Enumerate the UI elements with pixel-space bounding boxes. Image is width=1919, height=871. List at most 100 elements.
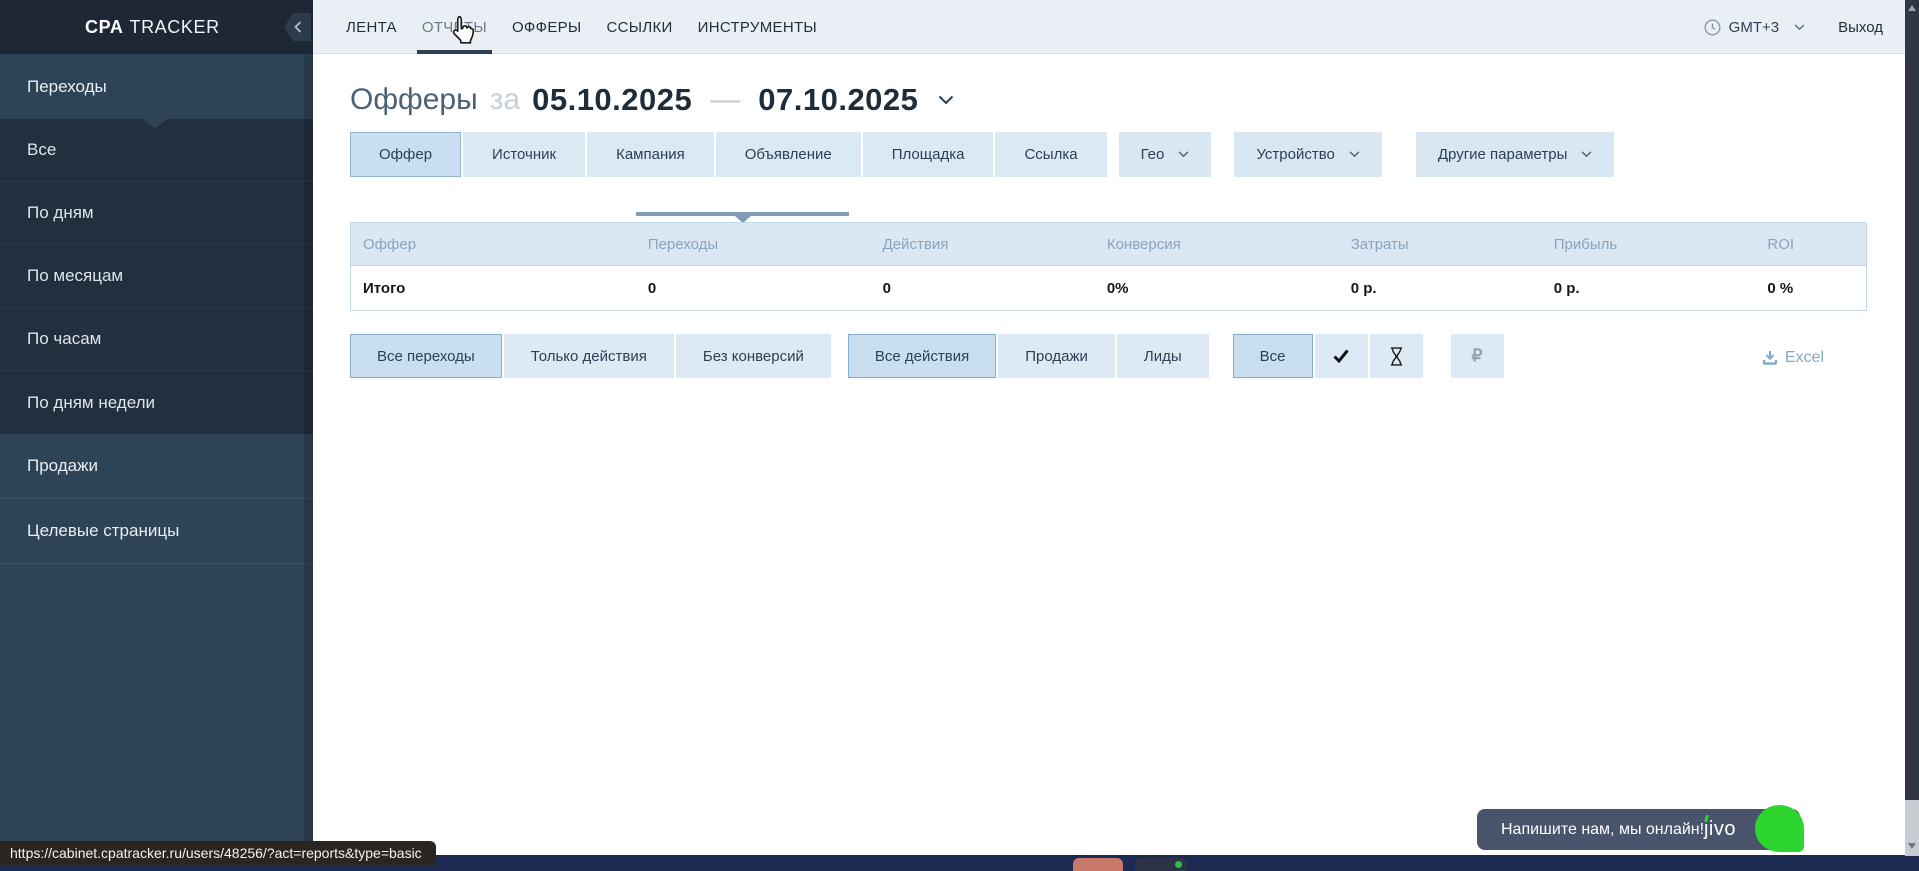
sidebar-submenu: Все По дням По месяцам По часам По дням …: [0, 119, 313, 434]
dropdown-drugie-parametry[interactable]: Другие параметры: [1416, 132, 1615, 177]
timezone-label: GMT+3: [1729, 19, 1779, 36]
filter-confirmed[interactable]: [1315, 334, 1368, 378]
column-header-pribyl[interactable]: Прибыль: [1542, 223, 1756, 265]
column-header-perekhody[interactable]: Переходы: [636, 223, 871, 265]
sidebar-subitem-po-mesyatsam[interactable]: По месяцам: [0, 245, 313, 308]
tab-obyavlenie[interactable]: Объявление: [716, 132, 861, 177]
browser-status-url: https://cabinet.cpatracker.ru/users/4825…: [0, 841, 436, 865]
table-row-total: Итого 0 0 0% 0 р. 0 р. 0 %: [351, 265, 1866, 310]
ruble-icon: ₽: [1472, 346, 1483, 366]
total-label: Итого: [351, 266, 636, 310]
nav-tab-instrumenty[interactable]: ИНСТРУМЕНТЫ: [698, 0, 817, 54]
dropdown-ustroystvo[interactable]: Устройство: [1234, 132, 1381, 177]
total-konversiya: 0%: [1095, 266, 1339, 310]
chevron-left-icon: [294, 21, 302, 33]
sidebar-item-tselevye-stranitsy[interactable]: Целевые страницы: [0, 499, 313, 563]
filter-ruble[interactable]: ₽: [1451, 334, 1504, 378]
excel-label: Excel: [1785, 349, 1824, 367]
report-entity: Офферы: [350, 83, 478, 117]
sidebar-subitem-po-dnyam[interactable]: По дням: [0, 182, 313, 245]
column-header-konversiya[interactable]: Конверсия: [1095, 223, 1339, 265]
scroll-up-arrow-icon: [1908, 5, 1916, 11]
total-deystviya: 0: [871, 266, 1095, 310]
header-right: GMT+3 Выход: [1704, 0, 1883, 54]
column-header-deystviya[interactable]: Действия: [871, 223, 1095, 265]
scrollbar-thumb[interactable]: [1905, 16, 1919, 800]
tab-offer[interactable]: Оффер: [350, 132, 461, 177]
filter-tolko-deystviya[interactable]: Только действия: [504, 334, 674, 378]
date-to[interactable]: 07.10.2025: [758, 82, 918, 118]
filter-prodazhi[interactable]: Продажи: [998, 334, 1115, 378]
filter-group-status: Все: [1233, 334, 1425, 378]
report-preposition: за: [490, 83, 520, 117]
check-icon: [1333, 349, 1349, 363]
cpa-tracker-app: CPA TRACKER ЛЕНТА ОТЧЕТЫ ОФФЕРЫ ССЫЛКИ И…: [0, 0, 1919, 871]
chevron-down-icon: [1178, 151, 1189, 158]
status-dot: [1175, 861, 1182, 868]
nav-tab-otchety[interactable]: ОТЧЕТЫ: [422, 0, 487, 54]
filter-vse-perekhody[interactable]: Все переходы: [350, 334, 502, 378]
chat-widget[interactable]: Напишите нам, мы онлайн! jivo: [1477, 809, 1800, 850]
sidebar-subitem-po-chasam[interactable]: По часам: [0, 308, 313, 371]
tab-ssylka[interactable]: Ссылка: [995, 132, 1106, 177]
logo-rest: TRACKER: [129, 17, 219, 38]
jivo-leaf-icon: [1755, 805, 1804, 852]
date-range-chevron-down-icon[interactable]: [938, 95, 954, 105]
total-pribyl: 0 р.: [1542, 266, 1756, 310]
app-logo: CPA TRACKER: [0, 0, 313, 54]
filter-group-actions: Все действия Продажи Лиды: [848, 334, 1211, 378]
page-scrollbar[interactable]: [1905, 0, 1919, 856]
column-header-offer[interactable]: Оффер: [351, 223, 636, 265]
filter-group-traffic: Все переходы Только действия Без конверс…: [350, 334, 833, 378]
date-dash: —: [710, 83, 740, 117]
filter-pending[interactable]: [1370, 334, 1423, 378]
logout-link[interactable]: Выход: [1838, 19, 1883, 36]
jivo-logo: jivo: [1704, 818, 1736, 841]
export-excel-link[interactable]: Excel: [1762, 349, 1824, 367]
main-content: Офферы за 05.10.2025 — 07.10.2025 Оффер …: [313, 54, 1905, 871]
taskbar-item[interactable]: [1135, 858, 1187, 871]
filter-bez-konversiy[interactable]: Без конверсий: [676, 334, 831, 378]
tab-istochnik[interactable]: Источник: [463, 132, 585, 177]
filter-group-currency: ₽: [1451, 334, 1506, 378]
sort-indicator: [636, 212, 849, 216]
report-title: Офферы за 05.10.2025 — 07.10.2025: [350, 82, 954, 118]
clock-icon: [1704, 19, 1721, 36]
chevron-down-icon: [1581, 151, 1592, 158]
chevron-down-icon: [1349, 151, 1360, 158]
filter-lidy[interactable]: Лиды: [1117, 334, 1209, 378]
column-header-roi[interactable]: ROI: [1755, 223, 1866, 265]
table-header-row: Оффер Переходы Действия Конверсия Затрат…: [351, 223, 1866, 265]
filter-vse-deystviya[interactable]: Все действия: [848, 334, 996, 378]
sidebar-item-perekhody[interactable]: Переходы: [0, 54, 313, 119]
sidebar-divider: [0, 563, 313, 564]
column-header-zatraty[interactable]: Затраты: [1339, 223, 1542, 265]
report-table: Оффер Переходы Действия Конверсия Затрат…: [350, 222, 1867, 311]
top-nav: ЛЕНТА ОТЧЕТЫ ОФФЕРЫ ССЫЛКИ ИНСТРУМЕНТЫ: [346, 0, 817, 54]
download-icon: [1762, 350, 1778, 366]
total-zatraty: 0 р.: [1339, 266, 1542, 310]
hourglass-icon: [1389, 347, 1404, 366]
sidebar-item-prodazhi[interactable]: Продажи: [0, 434, 313, 498]
tab-kampaniya[interactable]: Кампания: [587, 132, 714, 177]
date-from[interactable]: 05.10.2025: [532, 82, 692, 118]
filter-vse[interactable]: Все: [1233, 334, 1313, 378]
scroll-down-arrow-icon[interactable]: [1908, 843, 1916, 849]
nav-tab-ssylki[interactable]: ССЫЛКИ: [607, 0, 673, 54]
total-roi: 0 %: [1755, 266, 1866, 310]
dimension-tabs: Оффер Источник Кампания Объявление Площа…: [350, 132, 1614, 177]
total-perekhody: 0: [636, 266, 871, 310]
sidebar: Переходы Все По дням По месяцам По часам…: [0, 54, 313, 871]
logo-bold: CPA: [85, 17, 123, 38]
taskbar-item[interactable]: [1073, 858, 1123, 871]
chevron-down-icon: [1794, 24, 1805, 31]
tab-ploshchadka[interactable]: Площадка: [863, 132, 994, 177]
filters-row: Все переходы Только действия Без конверс…: [350, 334, 1506, 378]
dropdown-geo[interactable]: Гео: [1119, 132, 1212, 177]
sidebar-subitem-vse[interactable]: Все: [0, 119, 313, 182]
nav-tab-offery[interactable]: ОФФЕРЫ: [512, 0, 582, 54]
sidebar-subitem-po-dnyam-nedeli[interactable]: По дням недели: [0, 371, 313, 434]
timezone-selector[interactable]: GMT+3: [1704, 19, 1805, 36]
nav-tab-lenta[interactable]: ЛЕНТА: [346, 0, 397, 54]
chat-message: Напишите нам, мы онлайн!: [1501, 821, 1704, 839]
